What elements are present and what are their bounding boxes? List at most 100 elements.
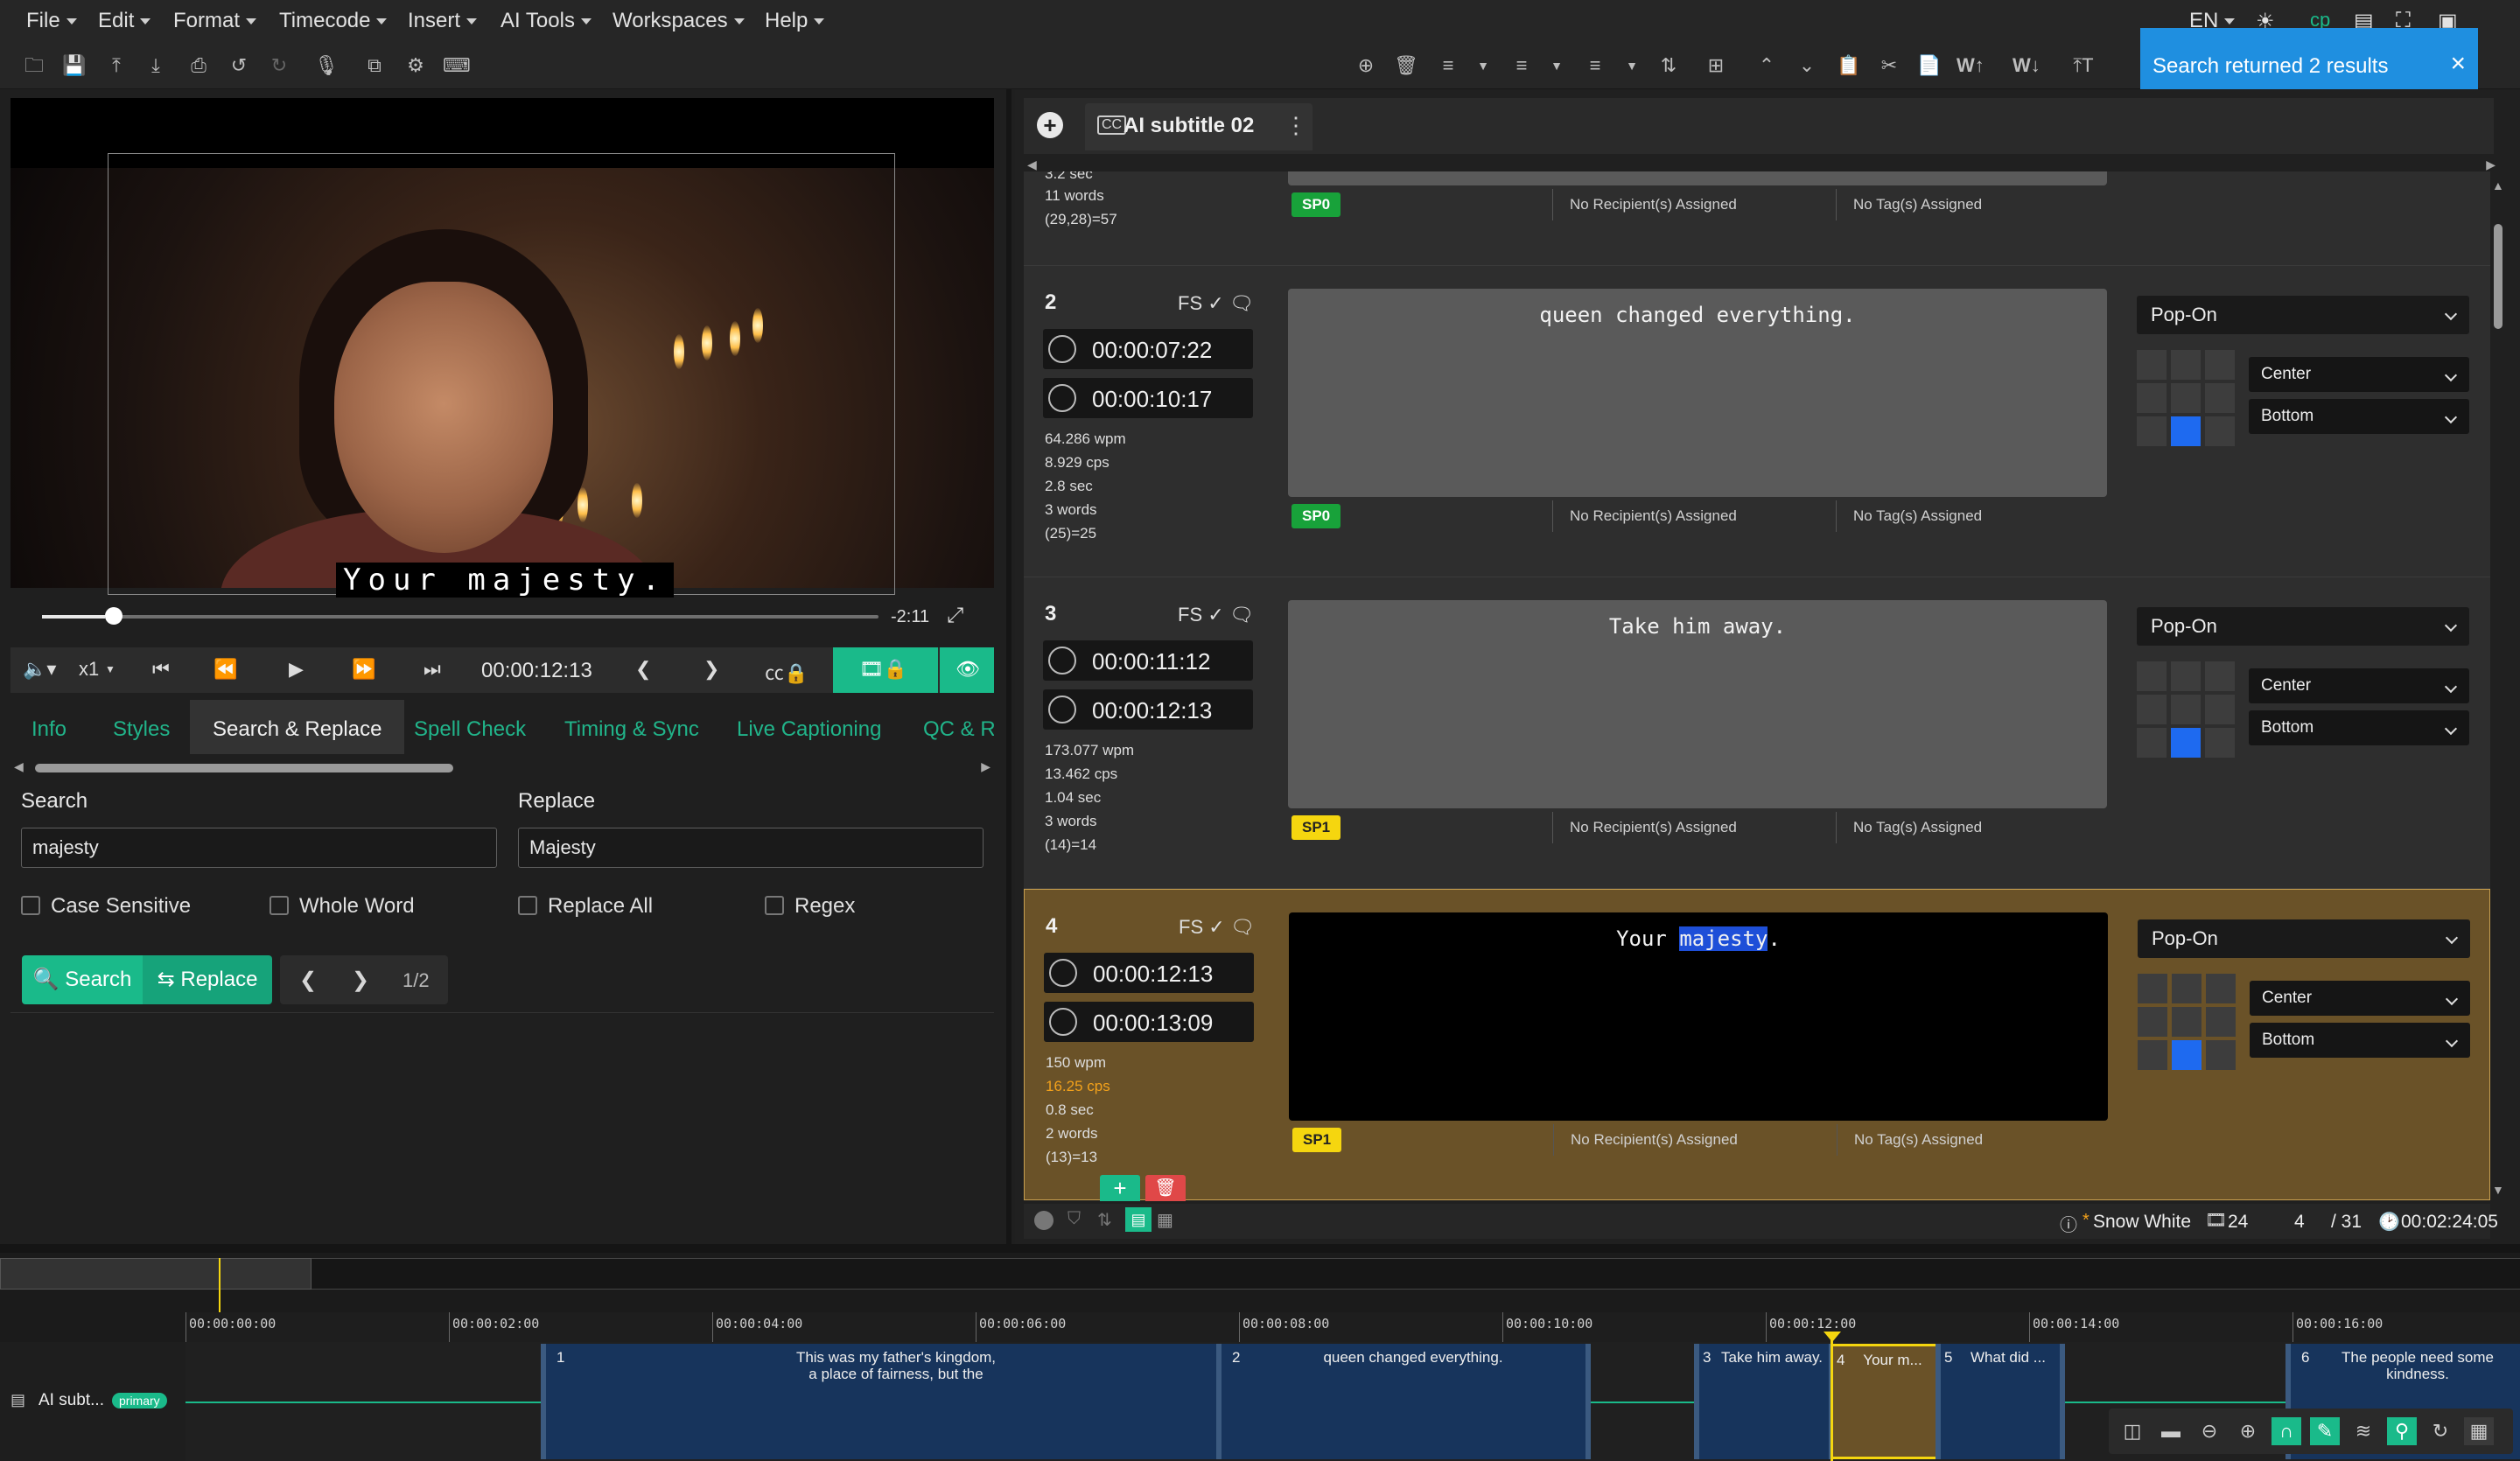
start-time-field[interactable]: 00:00:11:12: [1043, 640, 1253, 681]
table-icon[interactable]: ⊞: [1703, 52, 1729, 79]
grid-icon[interactable]: ▦: [2464, 1417, 2494, 1445]
scroll-right-icon[interactable]: ▶: [2486, 157, 2496, 172]
grid-view-icon[interactable]: ▦: [1157, 1209, 1173, 1231]
refresh-icon[interactable]: ↻: [2426, 1417, 2455, 1445]
word-down-icon[interactable]: W↓: [2012, 52, 2040, 79]
horizontal-align-select[interactable]: Center: [2249, 357, 2469, 392]
tab-live-captioning[interactable]: Live Captioning: [737, 717, 881, 742]
tags-label[interactable]: No Tag(s) Assigned: [1853, 819, 1982, 836]
scroll-thumb[interactable]: [2494, 224, 2502, 329]
upload-icon[interactable]: ⤒: [103, 52, 130, 79]
scrub-handle[interactable]: [105, 607, 122, 625]
skip-end-icon[interactable]: ⏭: [424, 658, 441, 681]
rewind-icon[interactable]: ⏪: [214, 658, 237, 681]
subtitle-text-box[interactable]: Take him away.: [1288, 600, 2107, 808]
case-sensitive-checkbox[interactable]: Case Sensitive: [21, 894, 191, 919]
film-lock-button[interactable]: 🎞🔒: [833, 647, 938, 693]
chevron-down-icon[interactable]: ▼: [1544, 52, 1570, 79]
start-time-field[interactable]: 00:00:12:13: [1044, 953, 1254, 993]
scroll-right-icon[interactable]: ▶: [981, 759, 990, 774]
align-right-icon[interactable]: ≡: [1582, 52, 1608, 79]
position-grid[interactable]: [2137, 661, 2235, 758]
timeline-segment-2[interactable]: 2 queen changed everything.: [1216, 1344, 1591, 1459]
zoom-out-icon[interactable]: ⊖: [2194, 1417, 2224, 1445]
subtitle-card-4[interactable]: 4 FS ✓ 🗨 00:00:12:13 00:00:13:09 150 wpm…: [1024, 889, 2490, 1201]
vertical-position-select[interactable]: Bottom: [2250, 1023, 2470, 1058]
timeline-overview[interactable]: [0, 1258, 2520, 1290]
subtitle-text-box[interactable]: Your majesty.: [1289, 912, 2108, 1121]
fast-forward-icon[interactable]: ⏩: [352, 658, 375, 681]
tab-qc-review[interactable]: QC & Re: [923, 717, 994, 742]
zoom-in-icon[interactable]: ⊕: [2233, 1417, 2263, 1445]
location-pin-icon[interactable]: ⚲: [2387, 1417, 2417, 1445]
display-style-select[interactable]: Pop-On: [2138, 919, 2470, 958]
scroll-left-icon[interactable]: ◀: [1027, 157, 1037, 172]
list-h-scrollbar[interactable]: ◀ ▶: [1026, 157, 2496, 171]
menu-timecode[interactable]: Timecode: [279, 9, 387, 33]
search-input[interactable]: majesty: [21, 828, 497, 868]
timeline-segment-1[interactable]: 1 This was my father's kingdom, a place o…: [541, 1344, 1232, 1459]
subtitle-card-3[interactable]: 3 FS ✓ 🗨 00:00:11:12 00:00:12:13 173.077…: [1024, 577, 2490, 889]
scroll-left-icon[interactable]: ◀: [14, 759, 24, 774]
skip-start-icon[interactable]: ⏮: [152, 658, 170, 681]
delete-subtitle-icon[interactable]: 🗑: [1145, 1175, 1186, 1201]
chevron-up-icon[interactable]: ⌃: [1754, 52, 1780, 79]
volume-icon[interactable]: 🔈▾: [23, 658, 56, 681]
tab-search-replace[interactable]: Search & Replace: [190, 700, 405, 754]
paste-icon[interactable]: 📄: [1916, 52, 1942, 79]
chevron-down-icon[interactable]: ⌄: [1794, 52, 1820, 79]
microphone-icon[interactable]: 🎙: [313, 52, 340, 79]
display-style-select[interactable]: Pop-On: [2137, 607, 2469, 646]
recipients-label[interactable]: No Recipient(s) Assigned: [1570, 196, 1737, 213]
open-folder-icon[interactable]: 🗀: [21, 52, 47, 79]
subtitle-card-2[interactable]: 2 FS ✓ 🗨 00:00:07:22 00:00:10:17 64.286 …: [1024, 266, 2490, 577]
replace-all-checkbox[interactable]: Replace All: [518, 894, 653, 919]
menu-ai-tools[interactable]: AI Tools: [500, 9, 592, 33]
list-v-scrollbar[interactable]: ▲ ▼: [2490, 171, 2506, 1200]
tab-timing-sync[interactable]: Timing & Sync: [564, 717, 699, 742]
timeline-divider[interactable]: [0, 1244, 2520, 1253]
speaker-badge[interactable]: SP1: [1292, 1128, 1342, 1152]
add-track-icon[interactable]: +: [1037, 112, 1063, 138]
text-up-icon[interactable]: ⤒T: [2070, 52, 2096, 79]
recipients-label[interactable]: No Recipient(s) Assigned: [1570, 819, 1737, 836]
close-icon[interactable]: ×: [2450, 49, 2466, 79]
waveform-icon[interactable]: ▬: [2156, 1417, 2186, 1445]
panel-divider[interactable]: [1006, 89, 1012, 1244]
recipients-label[interactable]: No Recipient(s) Assigned: [1571, 1131, 1738, 1149]
align-left-icon[interactable]: ≡: [1435, 52, 1461, 79]
chevron-down-icon[interactable]: ▼: [105, 663, 116, 675]
add-subtitle-icon[interactable]: +: [1100, 1175, 1140, 1201]
fullscreen-icon[interactable]: ⤢: [947, 604, 963, 628]
magnet-icon[interactable]: ∩: [2272, 1417, 2301, 1445]
list-view-icon[interactable]: ▤: [1125, 1207, 1152, 1232]
menu-insert[interactable]: Insert: [408, 9, 477, 33]
scrub-track[interactable]: [42, 615, 878, 619]
menu-format[interactable]: Format: [173, 9, 256, 33]
chevron-down-icon[interactable]: ▼: [1470, 52, 1496, 79]
whole-word-checkbox[interactable]: Whole Word: [270, 894, 415, 919]
speed-select[interactable]: x1: [79, 658, 99, 681]
settings-gear-icon[interactable]: ⚙: [402, 52, 429, 79]
tab-spell-check[interactable]: Spell Check: [414, 717, 526, 742]
scroll-down-icon[interactable]: ▼: [2492, 1183, 2504, 1197]
chevron-down-icon[interactable]: ▼: [1619, 52, 1645, 79]
word-up-icon[interactable]: W↑: [1956, 52, 1984, 79]
tab-styles[interactable]: Styles: [113, 717, 170, 742]
tab-info[interactable]: Info: [32, 717, 66, 742]
visibility-button[interactable]: 👁: [940, 647, 994, 693]
trash-icon[interactable]: 🗑: [1393, 52, 1419, 79]
end-time-field[interactable]: 00:00:12:13: [1043, 689, 1253, 730]
more-icon[interactable]: ⋮: [1284, 112, 1307, 139]
tags-label[interactable]: No Tag(s) Assigned: [1853, 196, 1982, 213]
tags-label[interactable]: No Tag(s) Assigned: [1853, 507, 1982, 525]
keyboard-icon[interactable]: ⌨: [443, 52, 471, 79]
layers-icon[interactable]: ≋: [2348, 1417, 2378, 1445]
menu-edit[interactable]: Edit: [98, 9, 150, 33]
download-icon[interactable]: ⤓: [143, 52, 169, 79]
vertical-position-select[interactable]: Bottom: [2249, 399, 2469, 434]
timeline-segment-5[interactable]: 5 What did ...: [1936, 1344, 2065, 1459]
speaker-badge[interactable]: SP1: [1292, 815, 1341, 840]
horizontal-align-select[interactable]: Center: [2249, 668, 2469, 703]
speaker-badge[interactable]: SP0: [1292, 504, 1341, 528]
